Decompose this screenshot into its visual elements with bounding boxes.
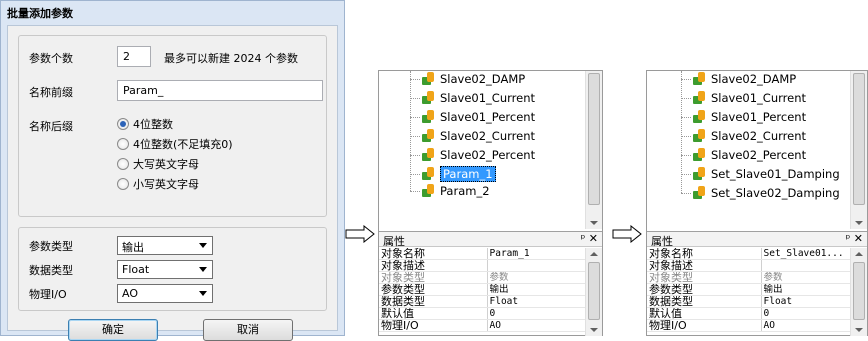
count-hint: 最多可以新建 2024 个参数 <box>164 52 298 65</box>
scroll-thumb[interactable] <box>853 73 865 205</box>
scroll-thumb[interactable] <box>853 262 865 320</box>
suffix-radio-4digit-nopad[interactable]: 4位整数(不足填充0) <box>117 136 233 152</box>
param-type-select[interactable]: 输出 <box>117 236 213 255</box>
tree-item[interactable]: Slave01_Percent <box>692 109 806 125</box>
tree-item[interactable]: Slave02_Current <box>692 128 806 144</box>
prefix-input[interactable]: Param_ <box>117 80 323 101</box>
object-tree: Slave02_DAMP Slave01_Current Slave01_Per… <box>379 71 585 229</box>
tree-item[interactable]: Set_Slave01_Damping <box>692 166 840 182</box>
tree-item[interactable]: Slave01_Current <box>421 90 535 106</box>
parameter-icon <box>692 72 706 86</box>
tree-item[interactable]: Slave01_Percent <box>421 109 535 125</box>
project-panel-after: Slave02_DAMP Slave01_Current Slave01_Per… <box>646 70 868 336</box>
radio-checked-icon <box>117 118 129 130</box>
parameter-icon <box>421 91 435 105</box>
parameter-icon <box>421 110 435 124</box>
tree-item[interactable]: Slave01_Current <box>692 90 806 106</box>
suffix-radio-4digit[interactable]: 4位整数 <box>117 116 173 132</box>
tree-item[interactable]: Param_2 <box>421 183 490 199</box>
scroll-up-icon[interactable] <box>590 252 598 256</box>
tree-scrollbar[interactable] <box>850 71 867 229</box>
prop-row[interactable]: 参数类型 输出 <box>647 283 852 296</box>
scroll-up-icon[interactable] <box>855 252 863 256</box>
prop-row[interactable]: 物理I/O AO <box>379 319 585 332</box>
scroll-down-icon[interactable] <box>855 328 863 332</box>
prop-row[interactable]: 默认值 0 <box>647 307 852 320</box>
object-tree: Slave02_DAMP Slave01_Current Slave01_Per… <box>647 71 852 229</box>
count-input[interactable]: 2 <box>117 46 151 67</box>
chevron-down-icon <box>199 291 207 296</box>
type-group: 参数类型 输出 数据类型 Float 物理I/O AO <box>18 227 327 311</box>
project-panel-before: Slave02_DAMP Slave01_Current Slave01_Per… <box>378 70 603 336</box>
prop-row[interactable]: 对象描述 <box>647 259 852 272</box>
param-type-label: 参数类型 <box>29 240 73 253</box>
prop-row[interactable]: 对象名称 Param_1 <box>379 248 585 260</box>
suffix-radio-lowercase[interactable]: 小写英文字母 <box>117 176 199 192</box>
radio-icon <box>117 178 129 190</box>
count-label: 参数个数 <box>29 52 73 65</box>
parameter-icon <box>421 148 435 162</box>
prop-row[interactable]: 参数类型 输出 <box>379 283 585 296</box>
prop-row[interactable]: 对象类型 参数 <box>379 271 585 284</box>
properties-table: 对象名称 Param_1 对象描述 对象类型 参数 参数类型 输出 数据类型 Float… <box>379 248 585 332</box>
scroll-down-icon[interactable] <box>590 221 598 225</box>
arrow-right-icon <box>612 225 642 243</box>
data-type-label: 数据类型 <box>29 264 73 277</box>
chevron-down-icon <box>199 243 207 248</box>
properties-scrollbar[interactable] <box>585 248 602 336</box>
radio-icon <box>117 138 129 150</box>
parameter-icon <box>692 129 706 143</box>
parameter-icon <box>692 186 706 200</box>
prop-row[interactable]: 物理I/O AO <box>647 319 852 332</box>
tree-item[interactable]: Slave02_Percent <box>421 147 535 163</box>
batch-add-params-dialog: 批量添加参数 参数个数 2 最多可以新建 2024 个参数 名称前缀 Param… <box>0 0 345 341</box>
tree-item-selected[interactable]: Param_1 <box>421 166 496 182</box>
dialog-body: 参数个数 2 最多可以新建 2024 个参数 名称前缀 Param_ 名称后缀 … <box>7 25 338 341</box>
properties-header: 属性 ᵖ ✕ <box>647 231 867 248</box>
tree-item[interactable]: Slave02_DAMP <box>421 71 525 87</box>
chevron-down-icon <box>199 267 207 272</box>
parameter-icon <box>692 110 706 124</box>
properties-header: 属性 ᵖ ✕ <box>379 231 602 248</box>
cancel-button[interactable]: 取消 <box>203 319 293 341</box>
prop-row[interactable]: 对象描述 <box>379 259 585 272</box>
prop-row[interactable]: 对象名称 Set_Slave01... <box>647 248 852 260</box>
dialog-title: 批量添加参数 <box>1 1 344 23</box>
physical-io-select[interactable]: AO <box>117 284 213 303</box>
tree-item[interactable]: Slave02_Current <box>421 128 535 144</box>
tree-item[interactable]: Set_Slave02_Damping <box>692 185 840 201</box>
properties-scrollbar[interactable] <box>850 248 867 336</box>
properties-table: 对象名称 Set_Slave01... 对象描述 对象类型 参数 参数类型 输出 数据… <box>647 248 852 332</box>
prop-row[interactable]: 数据类型 Float <box>379 295 585 308</box>
suffix-radio-uppercase[interactable]: 大写英文字母 <box>117 156 199 172</box>
parameter-icon <box>692 91 706 105</box>
scroll-thumb[interactable] <box>588 73 600 205</box>
parameter-icon <box>421 184 435 198</box>
tree-item[interactable]: Slave02_Percent <box>692 147 806 163</box>
prop-row[interactable]: 默认值 0 <box>379 307 585 320</box>
tree-scrollbar[interactable] <box>585 71 602 229</box>
suffix-label: 名称后缀 <box>29 120 73 133</box>
parameter-icon <box>421 72 435 86</box>
parameter-icon <box>692 148 706 162</box>
tree-item[interactable]: Slave02_DAMP <box>692 71 796 87</box>
parameter-icon <box>421 129 435 143</box>
scroll-down-icon[interactable] <box>590 328 598 332</box>
ok-button[interactable]: 确定 <box>68 319 158 341</box>
data-type-select[interactable]: Float <box>117 260 213 279</box>
scroll-down-icon[interactable] <box>855 221 863 225</box>
pin-close-icon[interactable]: ᵖ ✕ <box>846 232 863 245</box>
prop-row[interactable]: 对象类型 参数 <box>647 271 852 284</box>
pin-close-icon[interactable]: ᵖ ✕ <box>581 232 598 245</box>
parameter-icon <box>692 167 706 181</box>
scroll-thumb[interactable] <box>588 262 600 320</box>
prop-row[interactable]: 数据类型 Float <box>647 295 852 308</box>
physical-io-label: 物理I/O <box>29 288 67 301</box>
radio-icon <box>117 158 129 170</box>
prefix-label: 名称前缀 <box>29 86 73 99</box>
naming-group: 参数个数 2 最多可以新建 2024 个参数 名称前缀 Param_ 名称后缀 … <box>18 35 327 217</box>
arrow-right-icon <box>345 225 375 243</box>
parameter-icon <box>421 167 435 181</box>
